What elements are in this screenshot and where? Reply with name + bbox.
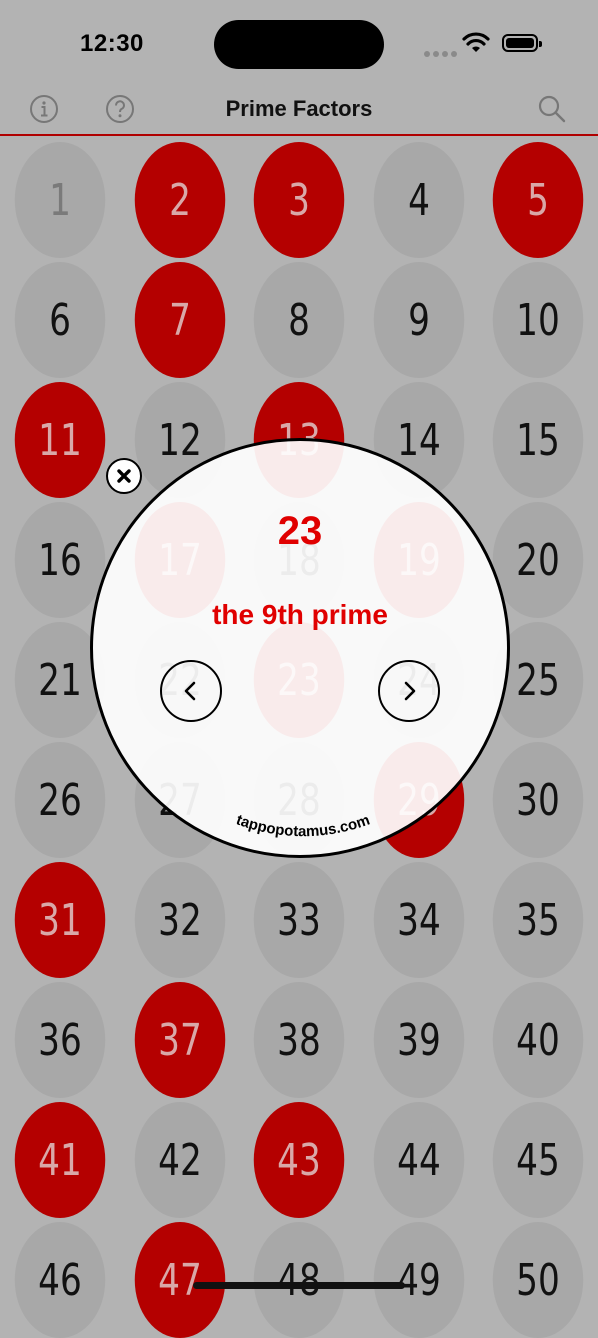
home-indicator (193, 1282, 405, 1289)
number-cell[interactable]: 10 (492, 262, 584, 378)
prime-cell[interactable]: 3 (253, 142, 345, 258)
number-cell[interactable]: 33 (253, 862, 345, 978)
number-cell[interactable]: 42 (134, 1102, 225, 1218)
close-icon (117, 469, 131, 483)
search-icon[interactable] (537, 94, 567, 124)
status-time: 12:30 (80, 30, 144, 57)
previous-button[interactable] (160, 660, 222, 722)
number-cell[interactable]: 36 (14, 982, 106, 1098)
prime-cell[interactable]: 11 (14, 382, 106, 498)
status-bar: 12:30 (0, 0, 598, 86)
number-cell[interactable]: 44 (373, 1102, 464, 1218)
cellular-icon (424, 44, 460, 62)
number-cell[interactable]: 8 (253, 262, 345, 378)
number-cell[interactable]: 46 (14, 1222, 106, 1338)
prime-cell[interactable]: 5 (492, 142, 584, 258)
prime-cell[interactable]: 47 (134, 1222, 225, 1338)
number-cell[interactable]: 35 (492, 862, 584, 978)
navigation-bar: Prime Factors (0, 86, 598, 136)
number-cell[interactable]: 49 (373, 1222, 464, 1338)
number-cell[interactable]: 1 (14, 142, 106, 258)
prime-cell[interactable]: 31 (14, 862, 106, 978)
prime-info-popup: 23 the 9th prime tappopotamus.com (90, 438, 510, 858)
number-cell[interactable]: 4 (373, 142, 464, 258)
prime-cell[interactable]: 7 (134, 262, 225, 378)
prime-cell[interactable]: 2 (134, 142, 225, 258)
number-cell[interactable]: 6 (14, 262, 106, 378)
close-button[interactable] (106, 458, 142, 494)
number-cell[interactable]: 26 (14, 742, 106, 858)
number-cell[interactable]: 30 (492, 742, 584, 858)
page-title: Prime Factors (225, 96, 373, 121)
prime-cell[interactable]: 41 (14, 1102, 106, 1218)
number-cell[interactable]: 45 (492, 1102, 584, 1218)
number-cell[interactable]: 15 (492, 382, 584, 498)
number-cell[interactable]: 39 (373, 982, 464, 1098)
number-cell[interactable]: 48 (253, 1222, 345, 1338)
prime-description: the 9th prime (212, 599, 388, 630)
prime-cell[interactable]: 43 (253, 1102, 345, 1218)
number-cell[interactable]: 9 (373, 262, 464, 378)
number-cell[interactable]: 32 (134, 862, 225, 978)
next-button[interactable] (378, 660, 440, 722)
chevron-right-icon (404, 681, 416, 701)
number-cell[interactable]: 40 (492, 982, 584, 1098)
dynamic-island (214, 20, 384, 69)
chevron-left-icon (184, 681, 196, 701)
selected-number: 23 (277, 509, 323, 553)
number-cell[interactable]: 34 (373, 862, 464, 978)
number-cell[interactable]: 16 (14, 502, 106, 618)
number-cell[interactable]: 38 (253, 982, 345, 1098)
number-cell[interactable]: 50 (492, 1222, 584, 1338)
svg-text:tappopotamus.com: tappopotamus.com (234, 811, 372, 840)
prime-cell[interactable]: 37 (134, 982, 225, 1098)
footer-text: tappopotamus.com (234, 811, 372, 840)
wifi-icon (462, 32, 490, 52)
battery-icon (502, 34, 542, 52)
